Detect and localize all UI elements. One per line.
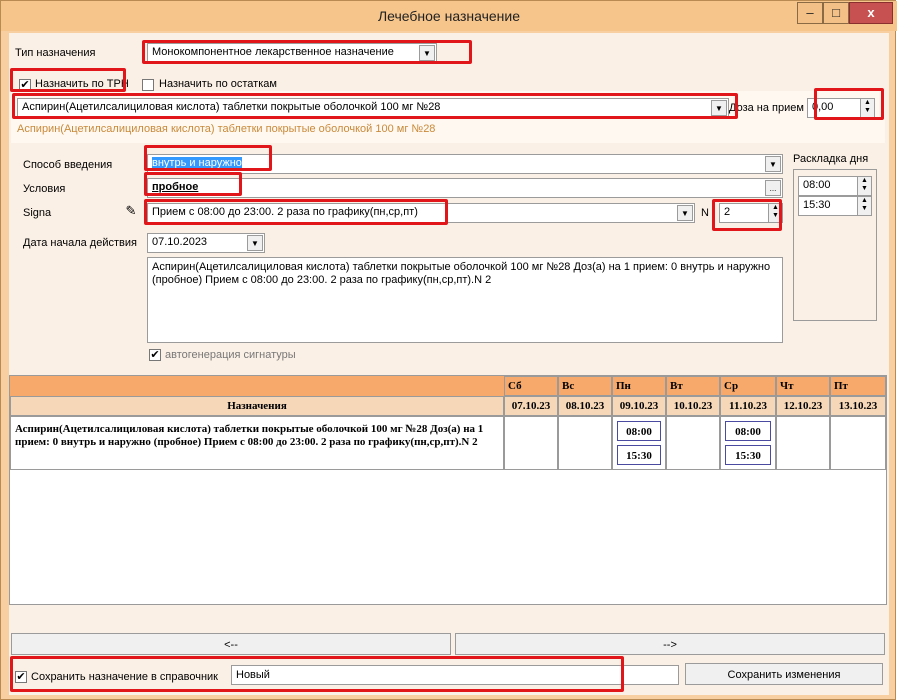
- day-header: Вт: [666, 376, 720, 396]
- n-value: 2: [724, 206, 731, 218]
- date-header: 12.10.23: [776, 396, 830, 416]
- date-header: 13.10.23: [830, 396, 886, 416]
- type-label: Тип назначения: [15, 47, 96, 59]
- schedule-row-label[interactable]: Аспирин(Ацетилсалициловая кислота) табле…: [10, 416, 504, 470]
- calendar-dropdown-icon[interactable]: ▼: [247, 235, 263, 251]
- title-bar[interactable]: Лечебное назначение – □ x: [1, 1, 897, 31]
- date-header: 07.10.23: [504, 396, 558, 416]
- n-label: N: [701, 207, 709, 219]
- schedule-time[interactable]: 08:00: [725, 421, 771, 441]
- schedule-cell[interactable]: [504, 416, 558, 470]
- window-title: Лечебное назначение: [377, 8, 521, 24]
- schedule-header-label: Назначения: [10, 396, 504, 416]
- day-header: Сб: [504, 376, 558, 396]
- drug-hint: Аспирин(Ацетилсалициловая кислота) табле…: [17, 123, 436, 135]
- date-header: 11.10.23: [720, 396, 776, 416]
- ellipsis-button[interactable]: ...: [765, 180, 781, 196]
- form-content: Тип назначения Монокомпонентное лекарств…: [9, 33, 889, 695]
- minimize-button[interactable]: –: [797, 2, 823, 24]
- schedule-time[interactable]: 15:30: [725, 445, 771, 465]
- assign-trn-label: Назначить по ТРН: [35, 78, 129, 90]
- time-slot-input[interactable]: 15:30 ▲ ▼: [798, 196, 872, 216]
- chevron-down-icon[interactable]: ▼: [419, 45, 435, 61]
- signa-label: Signa: [23, 207, 52, 219]
- conditions-value: пробное: [152, 181, 199, 193]
- signa-select[interactable]: Прием с 08:00 до 23:00. 2 раза по график…: [147, 203, 695, 223]
- save-changes-button[interactable]: Сохранить изменения: [685, 663, 883, 685]
- schedule-cell[interactable]: [558, 416, 612, 470]
- day-layout-label: Раскладка дня: [793, 153, 869, 165]
- schedule-cell[interactable]: [666, 416, 720, 470]
- day-layout-list: 08:00 ▲ ▼ 15:30 ▲ ▼: [793, 169, 877, 321]
- chevron-down-icon[interactable]: ▼: [765, 156, 781, 172]
- spin-arrows-icon[interactable]: ▲ ▼: [768, 204, 782, 222]
- chevron-down-icon[interactable]: ▼: [677, 205, 693, 221]
- dose-label: Доза на прием: [729, 102, 804, 114]
- day-header: Пн: [612, 376, 666, 396]
- app-window: Лечебное назначение – □ x Тип назначения…: [0, 0, 897, 700]
- spin-arrows-icon[interactable]: ▲ ▼: [857, 177, 871, 195]
- save-to-reference-label: Сохранить назначение в справочник: [31, 671, 218, 683]
- time-slot-value: 08:00: [803, 179, 831, 191]
- day-header: Ср: [720, 376, 776, 396]
- pencil-icon[interactable]: ✎: [121, 203, 141, 221]
- autogen-label: автогенерация сигнатуры: [165, 349, 296, 361]
- type-value: Монокомпонентное лекарственное назначени…: [152, 46, 394, 58]
- time-slot-input[interactable]: 08:00 ▲ ▼: [798, 176, 872, 196]
- schedule-time[interactable]: 15:30: [617, 445, 661, 465]
- n-input[interactable]: 2 ▲ ▼: [719, 203, 783, 223]
- signa-value: Прием с 08:00 до 23:00. 2 раза по график…: [152, 206, 418, 218]
- date-header: 10.10.23: [666, 396, 720, 416]
- spin-arrows-icon[interactable]: ▲ ▼: [857, 197, 871, 215]
- autogen-checkbox[interactable]: ✔: [149, 349, 161, 361]
- date-header: 09.10.23: [612, 396, 666, 416]
- route-label: Способ введения: [23, 159, 113, 171]
- type-select[interactable]: Монокомпонентное лекарственное назначени…: [147, 43, 437, 63]
- assign-stock-checkbox[interactable]: [142, 79, 154, 91]
- schedule-cell[interactable]: [776, 416, 830, 470]
- date-header: 08.10.23: [558, 396, 612, 416]
- prev-button[interactable]: <--: [11, 633, 451, 655]
- day-header: Чт: [776, 376, 830, 396]
- conditions-field[interactable]: пробное ...: [147, 178, 783, 198]
- assign-stock-label: Назначить по остаткам: [159, 78, 277, 90]
- schedule-cell[interactable]: 08:00 15:30: [720, 416, 776, 470]
- start-date-picker[interactable]: 07.10.2023 ▼: [147, 233, 265, 253]
- schedule-time[interactable]: 08:00: [617, 421, 661, 441]
- drug-select[interactable]: Аспирин(Ацетилсалициловая кислота) табле…: [17, 98, 729, 118]
- save-to-reference-checkbox[interactable]: ✔: [15, 671, 27, 683]
- assign-trn-checkbox[interactable]: ✔: [19, 79, 31, 91]
- start-date-value: 07.10.2023: [152, 236, 208, 248]
- dose-input[interactable]: 0,00 ▲ ▼: [807, 98, 875, 118]
- route-select[interactable]: внутрь и наружно ▼: [147, 154, 783, 174]
- conditions-label: Условия: [23, 183, 66, 195]
- chevron-down-icon[interactable]: ▼: [711, 100, 727, 116]
- next-button[interactable]: -->: [455, 633, 885, 655]
- schedule-cell[interactable]: [830, 416, 886, 470]
- schedule-cell[interactable]: 08:00 15:30: [612, 416, 666, 470]
- signature-textarea[interactable]: Аспирин(Ацетилсалициловая кислота) табле…: [147, 257, 783, 343]
- day-header: Пт: [830, 376, 886, 396]
- reference-name-input[interactable]: Новый: [231, 665, 679, 685]
- time-slot-value: 15:30: [803, 199, 831, 211]
- day-header: Вс: [558, 376, 612, 396]
- route-value: внутрь и наружно: [152, 157, 242, 169]
- drug-value: Аспирин(Ацетилсалициловая кислота) табле…: [22, 101, 441, 113]
- close-button[interactable]: x: [849, 2, 893, 24]
- spin-arrows-icon[interactable]: ▲ ▼: [860, 99, 874, 117]
- maximize-button[interactable]: □: [823, 2, 849, 24]
- start-date-label: Дата начала действия: [23, 237, 137, 249]
- dose-value: 0,00: [812, 101, 834, 113]
- schedule-grid: Назначения Сб Вс Пн Вт Ср Чт Пт 07.10.23…: [9, 375, 887, 605]
